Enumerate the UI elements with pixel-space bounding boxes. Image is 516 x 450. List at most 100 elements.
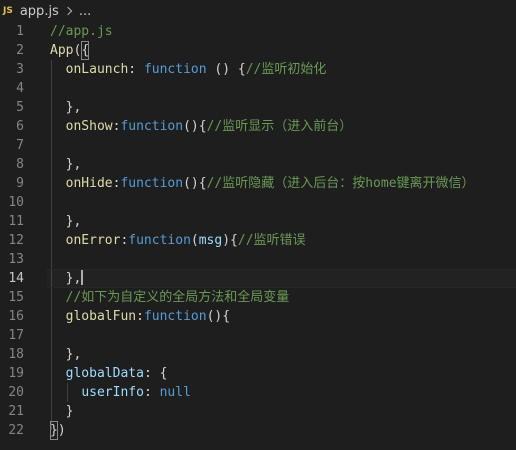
code-token: : (136, 309, 144, 324)
code-line[interactable]: 17 (0, 326, 516, 345)
code-token: ( (190, 233, 199, 248)
line-number: 14 (8, 271, 24, 286)
code-text: //app.js (50, 22, 113, 41)
line-number: 20 (8, 385, 24, 400)
line-number: 5 (16, 100, 24, 115)
code-editor[interactable]: 1//app.js 2 App({3 onLaunch: function () {… (0, 22, 516, 450)
code-token: onLaunch (65, 62, 129, 77)
line-number: 18 (8, 347, 24, 362)
code-token: //如下为自定义的全局方法和全局变量 (65, 290, 290, 305)
code-token: userInfo (81, 385, 144, 400)
code-token: { (81, 41, 90, 60)
code-line[interactable]: 14 }, (0, 269, 516, 288)
code-token: ( (73, 43, 82, 58)
code-line[interactable]: 6 onShow:function(){//监听显示（进入前台） (0, 117, 516, 136)
code-line[interactable]: 1 //app.js (0, 22, 516, 41)
code-token: //监听隐藏（进入后台：按home键离开微信） (206, 176, 475, 191)
code-token: }, (50, 157, 82, 172)
code-line[interactable]: 5 }, (0, 98, 516, 117)
breadcrumb-symbols[interactable]: ... (79, 4, 91, 19)
line-number: 2 (16, 43, 24, 58)
code-token: //app.js (50, 24, 113, 39)
code-token: //监听显示（进入前台） (206, 119, 353, 134)
code-token: (){ (206, 309, 231, 324)
code-token: App (50, 43, 74, 58)
code-line[interactable]: 18 }, (0, 345, 516, 364)
code-token: onShow (65, 119, 113, 134)
code-line[interactable]: 2 App({ (0, 41, 516, 60)
code-token: function (143, 309, 207, 324)
code-token: : (143, 385, 160, 400)
code-line[interactable]: 12 onError:function(msg){//监听错误 (0, 231, 516, 250)
code-line[interactable]: 16 globalFun:function(){ (0, 307, 516, 326)
line-number: 8 (16, 157, 24, 172)
code-text: App({ (50, 41, 90, 60)
code-line[interactable]: 11 }, (0, 212, 516, 231)
code-text: }, (50, 155, 82, 174)
code-text: globalData: { (50, 364, 168, 383)
code-token: function (120, 176, 184, 191)
code-line[interactable]: 20 userInfo: null (0, 383, 516, 402)
code-token: }, (50, 100, 82, 115)
line-number: 3 (16, 62, 24, 77)
line-number: 6 (16, 119, 24, 134)
line-number: 21 (8, 404, 24, 419)
code-text: }, (50, 98, 82, 117)
code-line[interactable]: 9 onHide:function(){//监听隐藏（进入后台：按home键离开… (0, 174, 516, 193)
line-number: 22 (8, 423, 24, 438)
code-token: null (159, 385, 191, 400)
code-token: (){ (183, 119, 207, 134)
code-token: //监听初始化 (245, 62, 327, 77)
line-number: 15 (8, 290, 24, 305)
code-text: }) (50, 421, 66, 440)
line-number: 12 (8, 233, 24, 248)
line-number: 19 (8, 366, 24, 381)
code-token: ){ (222, 233, 238, 248)
code-token: ) (57, 423, 66, 438)
code-line[interactable]: 8 }, (0, 155, 516, 174)
code-token: }, (50, 214, 82, 229)
text-cursor (81, 270, 84, 285)
code-token: : (128, 62, 144, 77)
code-token: globalData (65, 366, 144, 381)
line-number: 1 (16, 24, 24, 39)
code-line[interactable]: 22}) (0, 421, 516, 440)
code-line[interactable]: 19 globalData: { (0, 364, 516, 383)
code-token: } (50, 421, 58, 440)
code-token: onError (65, 233, 121, 248)
code-token: (){ (183, 176, 207, 191)
code-text: //如下为自定义的全局方法和全局变量 (50, 288, 290, 307)
code-line[interactable]: 21 } (0, 402, 516, 421)
line-number: 7 (16, 138, 24, 153)
code-line[interactable]: 13 (0, 250, 516, 269)
code-token: }, (50, 271, 82, 286)
code-token: onHide (65, 176, 113, 191)
javascript-file-icon: JS (3, 5, 13, 16)
code-text: onError:function(msg){//监听错误 (50, 231, 306, 250)
code-text: }, (50, 345, 82, 364)
code-token: } (50, 404, 74, 419)
line-number: 17 (8, 328, 24, 343)
code-line[interactable]: 4 (0, 79, 516, 98)
code-line[interactable]: 7 (0, 136, 516, 155)
code-token: function (128, 233, 191, 248)
line-number: 9 (16, 176, 24, 191)
code-text: userInfo: null (50, 383, 191, 402)
code-line[interactable]: 10 (0, 193, 516, 212)
code-line[interactable]: 3 onLaunch: function () {//监听初始化 (0, 60, 516, 79)
code-text: globalFun:function(){ (50, 307, 230, 326)
code-text: onHide:function(){//监听隐藏（进入后台：按home键离开微信… (50, 174, 475, 193)
breadcrumb-file[interactable]: app.js (20, 4, 59, 19)
code-token: msg (198, 233, 223, 248)
chevron-right-icon (63, 6, 73, 16)
code-token: }, (50, 347, 82, 362)
code-text: }, (50, 269, 84, 288)
code-text: } (50, 402, 74, 421)
code-line[interactable]: 15 //如下为自定义的全局方法和全局变量 (0, 288, 516, 307)
